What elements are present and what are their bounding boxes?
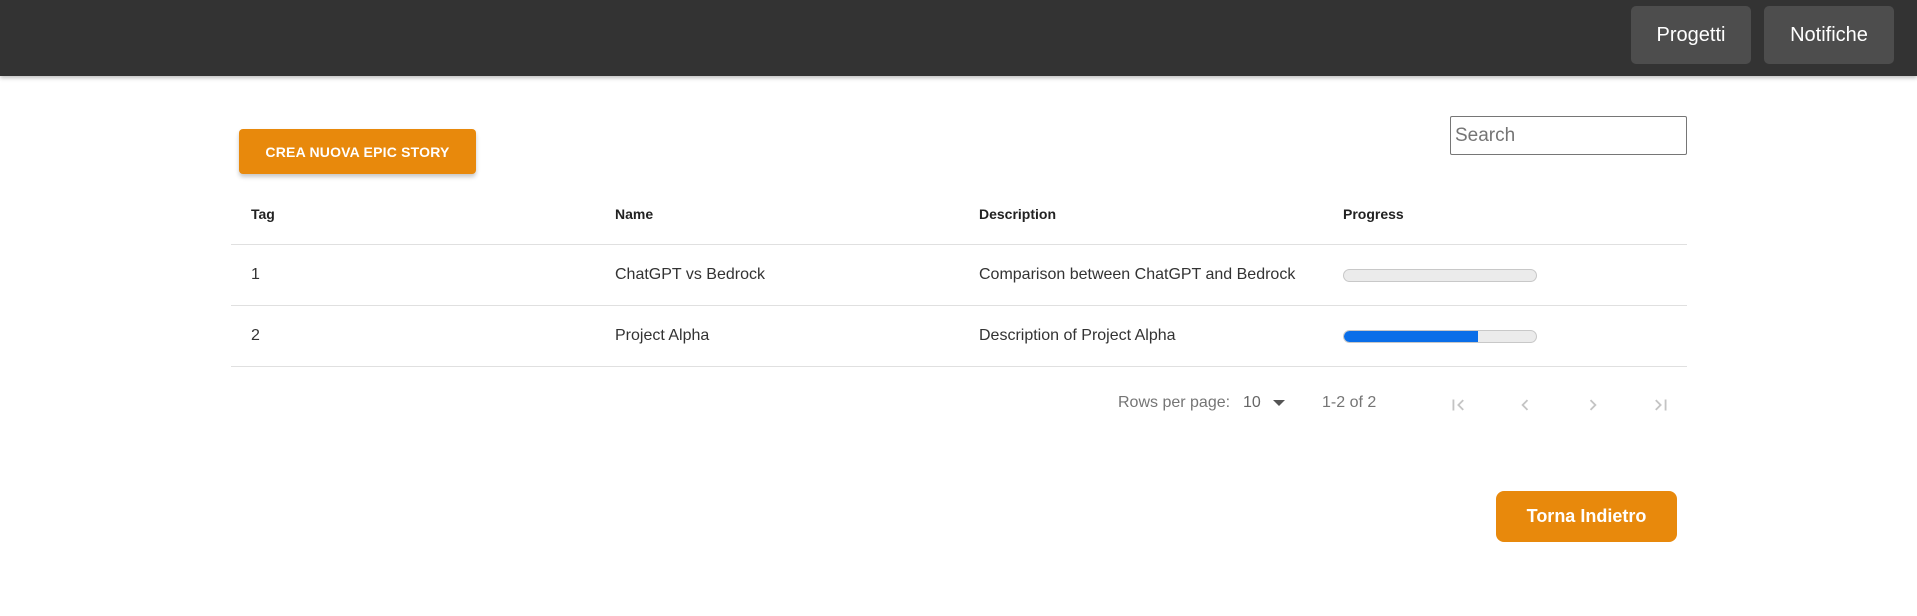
pagination-range: 1-2 of 2 <box>1322 394 1377 411</box>
last-page-icon <box>1655 399 1667 411</box>
rows-per-page-value: 10 <box>1243 394 1261 411</box>
column-header-name[interactable]: Name <box>615 184 653 244</box>
first-page-button[interactable] <box>1442 389 1474 421</box>
rows-per-page-select[interactable]: 10 <box>1243 394 1285 412</box>
column-header-progress[interactable]: Progress <box>1343 184 1404 244</box>
next-page-icon <box>1589 399 1597 411</box>
top-navigation-bar: Progetti Notifiche <box>0 0 1917 76</box>
progress-cell <box>1343 306 1537 366</box>
notifications-nav-button[interactable]: Notifiche <box>1764 6 1894 64</box>
table-row[interactable]: 2 Project Alpha Description of Project A… <box>231 306 1687 367</box>
name-cell: ChatGPT vs Bedrock <box>615 266 765 283</box>
search-input[interactable] <box>1450 116 1687 155</box>
back-button[interactable]: Torna Indietro <box>1496 491 1677 542</box>
epic-stories-table: Tag Name Description Progress 1 ChatGPT … <box>231 184 1687 367</box>
progress-bar <box>1343 329 1537 343</box>
column-header-tag[interactable]: Tag <box>251 184 275 244</box>
column-header-description[interactable]: Description <box>979 184 1056 244</box>
previous-page-button[interactable] <box>1509 389 1541 421</box>
first-page-icon <box>1452 399 1464 411</box>
tag-cell: 2 <box>251 327 260 344</box>
table-pagination: Rows per page: 10 1-2 of 2 <box>1100 385 1687 425</box>
rows-per-page-label: Rows per page: <box>1118 394 1231 411</box>
previous-page-icon <box>1521 399 1529 411</box>
description-cell: Comparison between ChatGPT and Bedrock <box>979 266 1296 283</box>
progress-bar <box>1343 268 1537 282</box>
tag-cell: 1 <box>251 266 260 283</box>
table-row[interactable]: 1 ChatGPT vs Bedrock Comparison between … <box>231 245 1687 306</box>
name-cell: Project Alpha <box>615 327 710 344</box>
create-epic-story-button[interactable]: CREA NUOVA EPIC STORY <box>239 129 476 174</box>
last-page-button[interactable] <box>1645 389 1677 421</box>
description-cell: Description of Project Alpha <box>979 327 1176 344</box>
chevron-down-icon <box>1272 400 1285 406</box>
progress-cell <box>1343 245 1537 305</box>
table-header-row: Tag Name Description Progress <box>231 184 1687 245</box>
progress-bar-fill <box>1344 330 1479 342</box>
next-page-button[interactable] <box>1577 389 1609 421</box>
projects-nav-button[interactable]: Progetti <box>1631 6 1751 64</box>
